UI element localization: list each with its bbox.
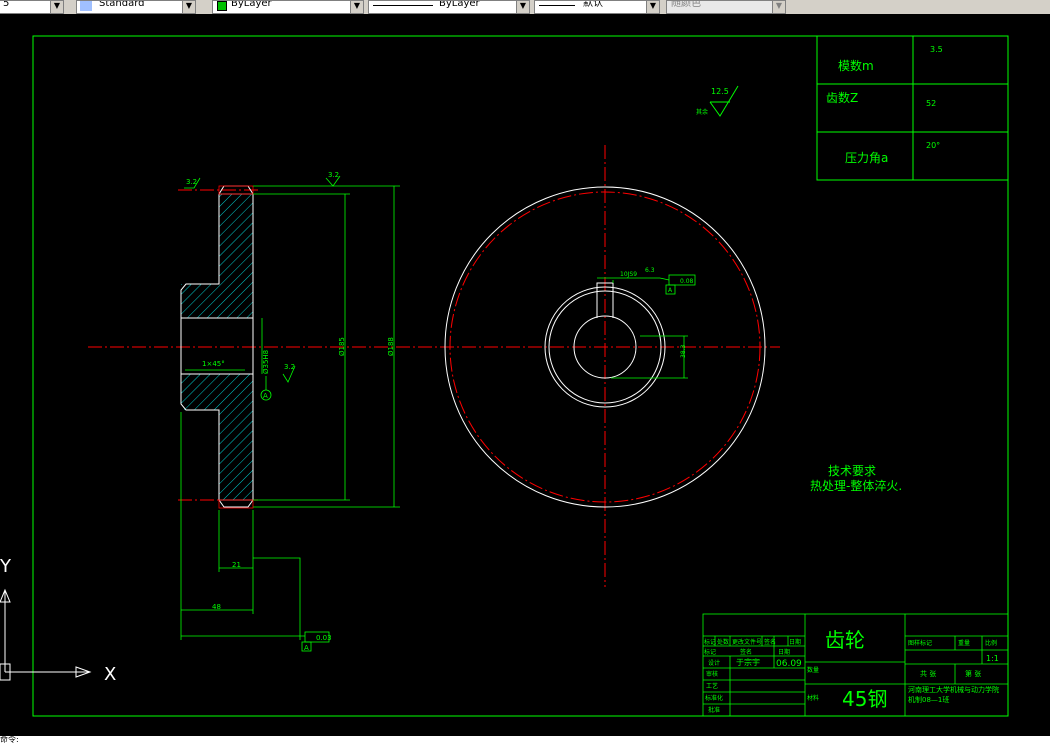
left-sub-date: 日期 — [778, 648, 790, 656]
qty-label: 数量 — [807, 666, 819, 674]
class-name: 机制08—1班 — [908, 695, 949, 704]
rev-header-mark: 标记 — [704, 638, 716, 646]
key-dim2-label: 6.3 — [645, 267, 655, 274]
designer-name: 于宗宇 — [736, 657, 760, 667]
material-label: 材料 — [807, 694, 819, 702]
linetype-dropdown[interactable]: ByLayer ▼ — [368, 0, 530, 14]
param-label-teeth: 齿数Z — [826, 90, 858, 105]
roughness-left-label: 3.2 — [186, 178, 197, 186]
tech-req-line1: 热处理-整体淬火. — [810, 478, 902, 493]
chevron-down-icon[interactable]: ▼ — [516, 1, 529, 13]
ucs-y-label: Y — [0, 556, 12, 577]
chevron-down-icon[interactable]: ▼ — [646, 1, 659, 13]
param-value-module: 3.5 — [930, 45, 943, 54]
roughness-bore-label: 3.2 — [284, 363, 295, 371]
bore-dia-label: Ø35H8 — [262, 350, 270, 374]
layer-color-dropdown[interactable]: ByLayer ▼ — [212, 0, 364, 14]
dia2-label: Ø188 — [387, 337, 395, 356]
color-swatch-icon — [217, 1, 227, 11]
roughness-note-general: 其余 — [696, 108, 708, 116]
left-sub-sign: 签名 — [740, 648, 752, 656]
roughness-value-general: 12.5 — [711, 87, 729, 96]
command-line[interactable]: 命令: — [0, 736, 1050, 744]
left-sub-mark: 标记 — [704, 648, 716, 656]
weight-label: 重量 — [958, 639, 970, 647]
sheet-total: 共 张 — [920, 669, 936, 678]
command-prompt: 命令: — [0, 735, 19, 744]
width1-label: 21 — [232, 561, 241, 569]
school-name: 河南理工大学机械与动力学院 — [908, 685, 999, 694]
linetype-sample — [373, 5, 433, 6]
chevron-down-icon[interactable]: ▼ — [50, 1, 63, 13]
param-value-pressure: 20° — [926, 141, 940, 150]
rev-header-doc: 更改文件号 — [732, 638, 762, 646]
roughness-mid-label: 3.2 — [328, 171, 339, 179]
stage-label: 图样标记 — [908, 639, 932, 647]
text-style-icon — [80, 1, 92, 11]
drawing-canvas[interactable]: 模数m 3.5 齿数Z 52 压力角a 20° 12.5 其余 3.2 3.2 … — [0, 14, 1050, 736]
param-label-pressure: 压力角a — [845, 151, 888, 165]
textstyle-dropdown[interactable]: Standard ▼ — [76, 0, 196, 14]
datum-label-2: A — [304, 644, 309, 652]
tech-req-title: 技术要求 — [828, 464, 876, 478]
label-standard: 标准化 — [705, 694, 723, 702]
key-dim1-label: 10JS9 — [620, 271, 637, 278]
chevron-down-icon[interactable]: ▼ — [182, 1, 195, 13]
key-depth-label: 38.3 — [680, 344, 687, 358]
material-value: 45钢 — [842, 687, 887, 711]
chevron-down-icon[interactable]: ▼ — [350, 1, 363, 13]
plotstyle-dropdown[interactable]: 随颜色 ▼ — [666, 0, 786, 14]
runout-tol-label: 0.03 — [316, 634, 332, 642]
sheet-no: 第 张 — [965, 669, 981, 678]
label-process: 工艺 — [706, 682, 718, 690]
ucs-x-label: X — [104, 664, 116, 685]
toolbar-seg1[interactable]: 5 ▼ — [0, 0, 64, 14]
chamfer-label: 1×45° — [202, 360, 225, 368]
rev-header-date: 日期 — [789, 638, 801, 646]
rev-header-sign: 签名 — [764, 638, 776, 646]
datum-label: A — [263, 392, 268, 400]
width2-label: 48 — [212, 603, 221, 611]
properties-toolbar: 5 ▼ Standard ▼ ByLayer ▼ ByLayer ▼ 默认 ▼ … — [0, 0, 1050, 15]
label-design: 设计 — [708, 659, 720, 667]
label-review: 审核 — [706, 670, 718, 678]
chevron-down-icon[interactable]: ▼ — [772, 1, 785, 13]
param-value-teeth: 52 — [926, 99, 936, 108]
key-tol-label: 0.08 — [680, 278, 694, 285]
design-date: 06.09 — [776, 659, 802, 669]
dia1-label: Ø185 — [338, 337, 346, 356]
part-name: 齿轮 — [825, 628, 865, 652]
label-approve: 批准 — [708, 706, 720, 714]
lineweight-sample — [539, 5, 575, 6]
lineweight-dropdown[interactable]: 默认 ▼ — [534, 0, 660, 14]
scale-value: 1:1 — [986, 654, 999, 663]
rev-header-count: 处数 — [717, 638, 729, 646]
scale-label: 比例 — [985, 639, 997, 647]
param-label-module: 模数m — [838, 58, 874, 73]
